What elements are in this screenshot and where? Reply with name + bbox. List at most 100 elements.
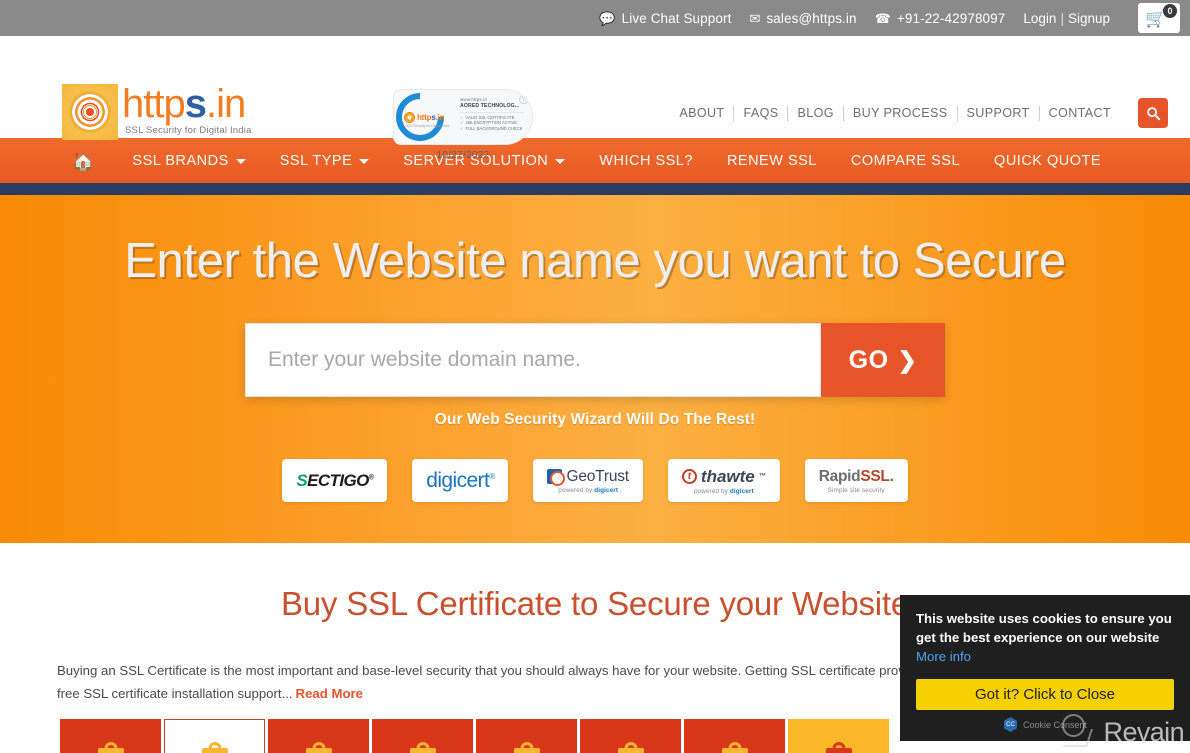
product-card[interactable]	[476, 719, 577, 753]
seal-brand-sub: SSL Security for Digital India	[406, 124, 450, 128]
logo-word-c: .in	[205, 82, 246, 126]
nav-item-ssl-brands[interactable]: SSL BRANDS	[132, 152, 246, 169]
brand-logo-rapidssl[interactable]: RapidSSL. Simple site security	[804, 459, 908, 502]
brand-logo-sectigo[interactable]: SECTIGO®	[282, 459, 388, 502]
email-label: sales@https.in	[766, 10, 857, 26]
sectigo-wordmark: SECTIGO®	[296, 470, 374, 490]
nav-item-ssl-type[interactable]: SSL TYPE	[280, 153, 370, 169]
mandala-sun-icon	[62, 84, 118, 140]
cookie-more-info-link[interactable]: More info	[916, 649, 971, 664]
nav-item-compare-ssl[interactable]: COMPARE SSL	[851, 153, 960, 169]
seal-date: 10/27/2022	[436, 150, 490, 161]
phone-label: +91-22-42978097	[896, 10, 1006, 26]
seal-sun-icon	[404, 112, 415, 123]
chat-bubble-icon: 💬	[599, 10, 616, 26]
seal-brand: https.in	[417, 113, 445, 122]
rapidssl-tagline: Simple site security	[827, 486, 885, 494]
chevron-down-icon	[555, 159, 566, 164]
nav-link-about[interactable]: ABOUT	[670, 106, 733, 120]
padlock-icon	[513, 742, 540, 753]
product-card-highlight[interactable]	[788, 719, 889, 753]
read-more-link[interactable]: Read More	[296, 686, 363, 701]
cookie-consent-credit: CC Cookie Consent	[916, 717, 1174, 732]
chevron-down-icon	[359, 159, 370, 164]
logo-word-a: http	[122, 82, 186, 126]
main-navigation: 🏠 SSL BRANDS SSL TYPE SERVER SOLUTION WH…	[0, 138, 1190, 183]
padlock-icon	[305, 742, 332, 753]
thawte-wordmark: t thawte ™	[681, 467, 766, 487]
nav-item-label: RENEW SSL	[726, 152, 817, 169]
go-button[interactable]: GO ❯	[821, 323, 945, 397]
site-header: https.in SSL Security for Digital India …	[0, 36, 1190, 161]
nav-item-label: COMPARE SSL	[850, 152, 961, 169]
geotrust-icon	[547, 469, 566, 486]
nav-item-which-ssl[interactable]: WHICH SSL?	[599, 153, 693, 169]
product-card-selected[interactable]	[164, 719, 265, 753]
utility-topbar-items: 💬 Live Chat Support ✉ sales@https.in ☎ +…	[599, 3, 1180, 33]
signup-link[interactable]: Signup	[1068, 11, 1110, 26]
thawte-powered-by: powered by digicert	[693, 487, 754, 495]
brand-logo-digicert[interactable]: digicert®	[412, 459, 509, 502]
hero-subtitle: Our Web Security Wizard Will Do The Rest…	[434, 411, 756, 428]
logo-tagline: SSL Security for Digital India	[125, 125, 252, 136]
nav-link-support[interactable]: SUPPORT	[958, 106, 1039, 120]
hero-section: Enter the Website name you want to Secur…	[0, 195, 1190, 543]
logo-word-b: s	[184, 82, 207, 126]
product-card[interactable]	[684, 719, 785, 753]
rapidssl-wordmark: RapidSSL.	[818, 467, 894, 485]
padlock-icon	[721, 742, 748, 753]
email-link[interactable]: ✉ sales@https.in	[749, 11, 856, 26]
search-icon	[1146, 106, 1160, 120]
cart-count-badge: 0	[1163, 4, 1177, 18]
padlock-icon	[617, 742, 644, 753]
nav-link-contact[interactable]: CONTACT	[1040, 106, 1120, 120]
domain-search-form: GO ❯	[245, 323, 945, 397]
check-icon: ✓	[460, 125, 464, 131]
product-card[interactable]	[60, 719, 161, 753]
login-link[interactable]: Login	[1023, 11, 1056, 26]
auth-links: Login | Signup	[1023, 11, 1110, 26]
padlock-icon	[409, 742, 436, 753]
padlock-icon	[825, 742, 852, 753]
envelope-icon: ✉	[749, 10, 761, 26]
seal-details: www.https.in AORED TECHNOLOG... ✓ VALID S…	[460, 97, 524, 131]
live-chat-support-link[interactable]: 💬 Live Chat Support	[599, 11, 731, 26]
logo-text-block: https.in SSL Security for Digital India	[122, 84, 252, 136]
nav-item-quick-quote[interactable]: QUICK QUOTE	[994, 153, 1101, 169]
question-mark-icon[interactable]: ?	[519, 95, 528, 104]
site-logo[interactable]: https.in SSL Security for Digital India	[62, 84, 252, 140]
nav-link-buy-process[interactable]: BUY PROCESS	[844, 106, 957, 120]
nav-link-faqs[interactable]: FAQS	[734, 106, 787, 120]
geotrust-wordmark: GeoTrust	[547, 468, 629, 486]
seal-bullet-list: ✓ VALID SSL CERTIFICATE ✓ 256 ENCRYPTION A…	[460, 115, 524, 131]
logo-wordmark: https.in	[122, 84, 252, 124]
cookie-accept-button[interactable]: Got it? Click to Close	[916, 679, 1174, 710]
auth-separator: |	[1060, 10, 1064, 26]
chevron-right-icon: ❯	[897, 346, 918, 373]
secondary-nav-links: ABOUT FAQS BLOG BUY PROCESS SUPPORT CONT…	[670, 105, 1120, 121]
nav-item-renew-ssl[interactable]: RENEW SSL	[727, 153, 817, 169]
chevron-down-icon	[235, 159, 246, 164]
seal-logo: https.in	[404, 112, 444, 123]
nav-link-blog[interactable]: BLOG	[788, 106, 842, 120]
phone-link[interactable]: ☎ +91-22-42978097	[875, 11, 1006, 26]
hero-title: Enter the Website name you want to Secur…	[124, 234, 1066, 288]
search-button[interactable]	[1138, 98, 1168, 128]
product-card[interactable]	[372, 719, 473, 753]
product-card[interactable]	[268, 719, 369, 753]
nav-item-label: SSL BRANDS	[132, 152, 229, 169]
domain-search-input[interactable]	[245, 323, 821, 397]
brand-logo-thawte[interactable]: t thawte ™ powered by digicert	[667, 459, 780, 502]
site-seal[interactable]: https.in SSL Security for Digital India …	[393, 89, 533, 167]
nav-item-label: WHICH SSL?	[599, 152, 693, 169]
cookie-message-text: This website uses cookies to ensure you …	[916, 611, 1172, 645]
brand-logo-geotrust[interactable]: GeoTrust powered by digicert	[533, 459, 643, 502]
product-card[interactable]	[580, 719, 681, 753]
cart-button[interactable]: 🛒 0	[1138, 3, 1180, 33]
live-chat-support-label: Live Chat Support	[621, 10, 732, 26]
padlock-icon	[201, 742, 228, 753]
digicert-wordmark: digicert®	[426, 468, 495, 492]
brand-logo-row: SECTIGO® digicert® GeoTrust powered by d…	[282, 459, 908, 502]
home-icon[interactable]: 🏠	[72, 152, 94, 170]
go-button-label: GO	[848, 345, 889, 374]
